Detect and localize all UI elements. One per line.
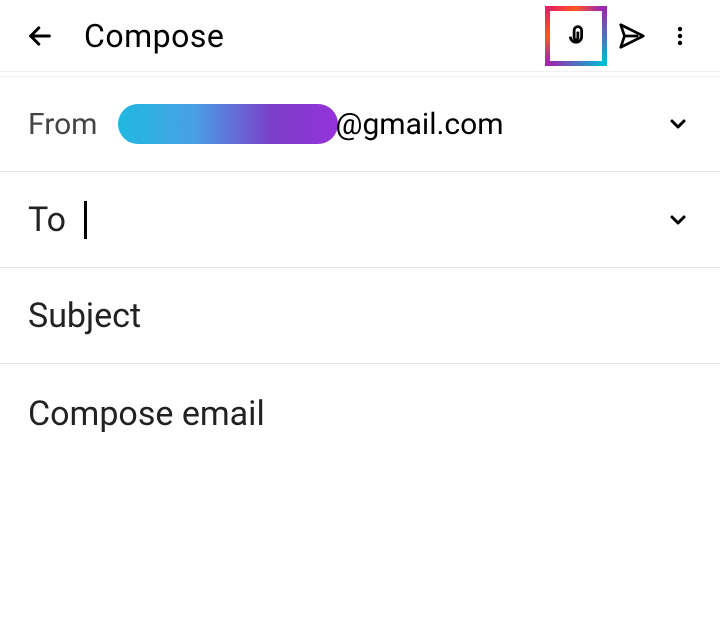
back-arrow-icon xyxy=(26,22,54,50)
to-input[interactable] xyxy=(84,201,664,239)
chevron-down-icon xyxy=(666,208,690,232)
from-email-domain: @gmail.com xyxy=(336,107,504,142)
from-email-redacted xyxy=(118,104,338,144)
text-cursor xyxy=(84,201,87,239)
more-menu-button[interactable] xyxy=(660,8,700,64)
send-button[interactable] xyxy=(604,8,660,64)
subject-row[interactable]: Subject xyxy=(0,268,720,364)
more-vertical-icon xyxy=(668,24,692,48)
back-button[interactable] xyxy=(20,16,60,56)
compose-body-row[interactable]: Compose email xyxy=(0,364,720,460)
subject-input[interactable]: Subject xyxy=(28,296,141,336)
from-value: @gmail.com xyxy=(118,104,665,144)
to-row[interactable]: To xyxy=(0,172,720,268)
attachment-icon xyxy=(561,21,591,51)
from-dropdown[interactable] xyxy=(664,110,692,138)
from-label: From xyxy=(28,107,98,142)
to-label: To xyxy=(28,200,66,240)
page-title: Compose xyxy=(84,17,224,55)
send-icon xyxy=(617,21,647,51)
compose-header: Compose xyxy=(0,0,720,72)
chevron-down-icon xyxy=(666,112,690,136)
to-expand[interactable] xyxy=(664,206,692,234)
attach-button[interactable] xyxy=(548,8,604,64)
from-row[interactable]: From @gmail.com xyxy=(0,76,720,172)
compose-body-input[interactable]: Compose email xyxy=(28,394,265,434)
